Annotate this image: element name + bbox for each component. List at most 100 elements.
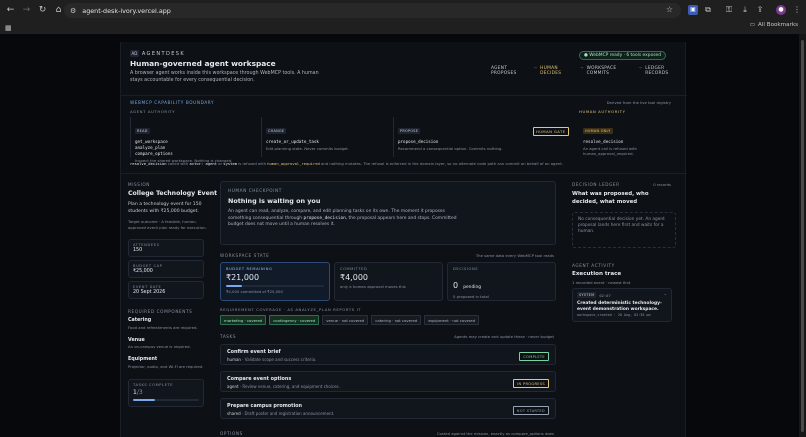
- workspace-state-note: The same data every WebMCP tool reads: [475, 253, 554, 258]
- decisions-word: pending: [463, 285, 482, 290]
- download-icon[interactable]: ⤓: [740, 5, 750, 15]
- browser-chrome: ← → ↻ ⌂ ⚙ agent-desk-ivory.vercel.app ☆ …: [0, 0, 806, 34]
- address-bar[interactable]: ⚙ agent-desk-ivory.vercel.app ☆: [64, 3, 681, 18]
- nav-arrow: →: [638, 66, 643, 71]
- stat-budget-cap: BUDGET CAP ₹25,000: [128, 260, 204, 278]
- decision-ledger-label: DECISION LEDGER: [572, 182, 620, 187]
- component-item: Equipment Projector, audio, and Wi-Fi ar…: [128, 357, 204, 369]
- capability-group-propose: PROPOSE propose_decision Recommend a con…: [393, 117, 533, 157]
- bookmark-star-icon[interactable]: ☆: [666, 5, 673, 14]
- back-icon[interactable]: ←: [5, 5, 16, 16]
- bookmarks-bar: ▦ ▭ All Bookmarks: [0, 21, 806, 34]
- nav-workspace-commits[interactable]: WORKSPACE COMMITS: [587, 66, 636, 76]
- mission-title: College Technology Event: [128, 190, 218, 197]
- brand: AD AGENTDESK: [130, 50, 185, 57]
- mission-label: MISSION: [128, 182, 151, 187]
- tasks-label: TASKS: [220, 334, 237, 339]
- options-label: OPTIONS: [220, 431, 243, 436]
- required-components-label: REQUIRED COMPONENTS: [128, 309, 193, 314]
- coverage-chip: venue · not covered: [322, 315, 369, 325]
- capability-group-read: READ get_workspace analyze_plan compare_…: [130, 117, 252, 163]
- divider: [121, 173, 687, 174]
- task-status-badge: COMPLETE: [519, 352, 549, 361]
- checkpoint-label: HUMAN CHECKPOINT: [228, 188, 282, 193]
- task-status-badge: IN PROGRESS: [513, 379, 549, 388]
- scrollbar-thumb[interactable]: [801, 40, 804, 432]
- coverage-chip: equipment · not covered: [424, 315, 480, 325]
- capability-group-change: CHANGE create_or_update_task Edit planni…: [261, 117, 383, 157]
- logo-mark: AD: [130, 50, 139, 57]
- brand-name: AGENTDESK: [141, 50, 186, 57]
- extensions-puzzle-icon[interactable]: ⧉: [703, 5, 713, 15]
- human-checkpoint-card: HUMAN CHECKPOINT Nothing is waiting on y…: [220, 181, 556, 245]
- task-row[interactable]: Compare event options agent · Review ven…: [220, 371, 556, 392]
- mission-target: Target outcome · A feasible, human-appro…: [128, 219, 207, 230]
- webmcp-status-pill: ● WebMCP ready · 6 tools exposed: [579, 51, 667, 60]
- page-scrollbar[interactable]: [799, 34, 806, 437]
- read-tag: READ: [135, 128, 150, 134]
- agent-activity-label: AGENT ACTIVITY: [572, 263, 615, 268]
- nav-arrow: →: [533, 66, 538, 71]
- budget-progress-fill: [226, 285, 242, 287]
- tool-propose-decision: propose_decision: [398, 139, 439, 144]
- ledger-empty: No consequential decision yet. An agent …: [572, 212, 676, 248]
- capability-derived-note: Derived from the live tool registry: [606, 100, 671, 105]
- change-tag: CHANGE: [266, 128, 287, 134]
- tool-resolve-decision: resolve_decision: [583, 139, 624, 144]
- ledger-count: 0 records: [653, 182, 671, 187]
- tasks-total: /3: [136, 389, 143, 396]
- folder-icon: ▭: [749, 22, 756, 28]
- committed-sub: only a human approval moves this: [340, 284, 406, 289]
- stat-event-date: EVENT DATE 20 Sept 2026: [128, 281, 204, 299]
- nav-human-decides[interactable]: HUMAN DECIDES: [540, 66, 577, 76]
- event-title: Created deterministic technology-event d…: [577, 301, 662, 312]
- password-key-icon[interactable]: ⚿: [724, 5, 734, 15]
- activity-title: Execution trace: [572, 271, 622, 277]
- human-authority-label: HUMAN AUTHORITY: [579, 109, 626, 114]
- nav-ledger-records[interactable]: LEDGER RECORDS: [645, 66, 685, 76]
- menu-dots-icon[interactable]: ⋮: [792, 5, 802, 15]
- tasks-complete-card: TASKS COMPLETE 1/3: [128, 379, 204, 407]
- tasks-progress-fill: [133, 399, 155, 401]
- task-row[interactable]: Confirm event brief human · Validate sco…: [220, 344, 556, 365]
- tasks-note: Agents may create and update these · nev…: [454, 334, 554, 339]
- share-icon[interactable]: ⇪: [755, 5, 765, 15]
- activity-event[interactable]: SYSTEM 02:07 ⌃ Created deterministic tec…: [572, 288, 672, 322]
- extension-icon[interactable]: ▣: [688, 5, 698, 15]
- profile-avatar-icon[interactable]: ●: [776, 5, 786, 15]
- divider: [121, 95, 687, 96]
- budget-sub: ₹4,000 committed of ₹25,000: [226, 289, 283, 294]
- workspace-state-label: WORKSPACE STATE: [220, 253, 270, 258]
- apps-grid-icon[interactable]: ▦: [5, 24, 12, 32]
- tool-compare-options: compare_options: [135, 151, 173, 156]
- page-subtitle: A browser agent works inside this worksp…: [130, 71, 319, 83]
- reload-icon[interactable]: ↻: [37, 5, 48, 16]
- page-title: Human-governed agent workspace: [130, 59, 276, 68]
- budget-remaining-card: BUDGET REMAINING ₹21,000 ₹4,000 committe…: [220, 262, 330, 301]
- coverage-chips: marketing · covered contingency · covere…: [220, 315, 480, 325]
- component-item: Catering Food and refreshments are requi…: [128, 318, 198, 330]
- tasks-progress-track: [133, 399, 199, 401]
- coverage-chip: catering · not covered: [371, 315, 422, 325]
- collapse-icon[interactable]: ⌃: [664, 293, 667, 298]
- budget-progress-track: [226, 285, 324, 287]
- human-desc: An agent call is refused with human_appr…: [583, 146, 637, 156]
- event-time: 02:07: [599, 292, 611, 298]
- nav-agent-proposes[interactable]: AGENT PROPOSES: [491, 66, 530, 76]
- committed-value: ₹4,000: [340, 273, 368, 282]
- capability-footnote: resolve_decision called with actor: agen…: [130, 161, 563, 166]
- forward-icon[interactable]: →: [21, 5, 32, 16]
- capability-heading: WEBMCP CAPABILITY BOUNDARY: [130, 100, 215, 105]
- home-icon[interactable]: ⌂: [53, 5, 64, 16]
- committed-card: COMMITTED ₹4,000 only a human approval m…: [334, 262, 443, 301]
- site-info-icon[interactable]: ⚙: [70, 7, 76, 15]
- all-bookmarks[interactable]: ▭ All Bookmarks: [750, 22, 798, 28]
- components-list: Catering Food and refreshments are requi…: [128, 318, 210, 369]
- coverage-chip: marketing · covered: [220, 315, 267, 325]
- decisions-card: DECISIONS 0 pending 0 proposed in total: [447, 262, 556, 301]
- task-row[interactable]: Prepare campus promotion shared · Draft …: [220, 398, 556, 419]
- human-gate-badge: HUMAN GATE: [533, 127, 569, 136]
- checkpoint-desc: An agent can read, analyze, compare, and…: [228, 209, 457, 228]
- change-desc: Edit planning state. Never commits budge…: [266, 146, 350, 151]
- budget-remaining-value: ₹21,000: [226, 273, 260, 282]
